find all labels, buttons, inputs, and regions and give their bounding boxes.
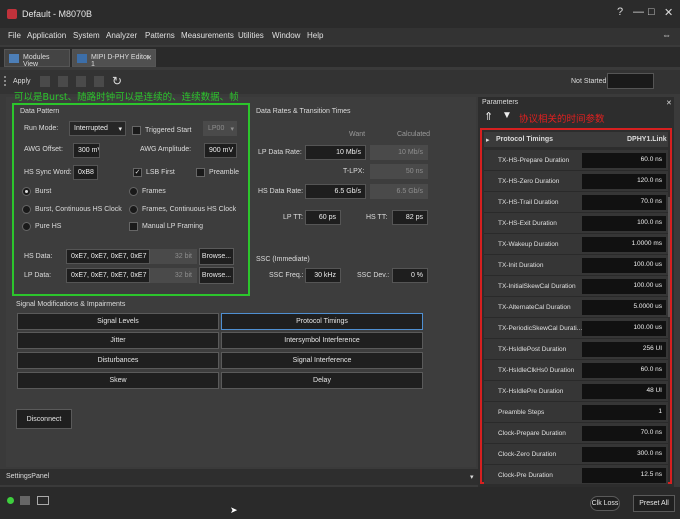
parameter-value-input[interactable]: 70.0 ns xyxy=(582,426,666,441)
parameter-row: Clock-Zero Duration 300.0 ns xyxy=(484,444,668,465)
parameter-row: TX-HsIdleClkHs0 Duration 60.0 ns xyxy=(484,360,668,381)
parameter-name: TX-InitialSkewCal Duration xyxy=(498,283,576,290)
parameter-row: TX-HsIdlePre Duration 48 UI xyxy=(484,381,668,402)
parameter-value-input[interactable]: 1 xyxy=(582,405,666,420)
parameter-name: TX-HS-Prepare Duration xyxy=(498,157,570,164)
parameter-row: TX-HsIdlePost Duration 256 UI xyxy=(484,339,668,360)
parameter-name: TX-HsIdleClkHs0 Duration xyxy=(498,367,575,374)
parameter-name: TX-AlternateCal Duration xyxy=(498,304,571,311)
preset-all-button[interactable]: Preset All xyxy=(633,495,675,512)
parameter-name: TX-Wakeup Duration xyxy=(498,241,559,248)
parameter-row: TX-HS-Zero Duration 120.0 ns xyxy=(484,171,668,192)
connection-status-icon xyxy=(7,497,14,504)
parameter-row: Preamble Steps 1 xyxy=(484,402,668,423)
parameter-value-input[interactable]: 48 UI xyxy=(582,384,666,399)
parameter-name: Clock-Pre Duration xyxy=(498,472,553,479)
parameter-row: TX-HS-Exit Duration 100.0 ns xyxy=(484,213,668,234)
parameter-value-input[interactable]: 100.00 us xyxy=(582,258,666,273)
app-window: Default - M8070B ? — □ ✕ File Applicatio… xyxy=(0,0,680,519)
parameter-row: TX-InitialSkewCal Duration 100.00 us xyxy=(484,276,668,297)
parameter-name: TX-HS-Zero Duration xyxy=(498,178,560,185)
parameter-row: TX-Wakeup Duration 1.0000 ms xyxy=(484,234,668,255)
parameter-name: TX-HsIdlePost Duration xyxy=(498,346,567,353)
parameter-name: Preamble Steps xyxy=(498,409,545,416)
parameter-name: Clock-Prepare Duration xyxy=(498,430,566,437)
clk-loss-button[interactable]: Clk Loss xyxy=(590,496,620,511)
parameter-row: TX-PeriodicSkewCal Durati... 100.00 us xyxy=(484,318,668,339)
parameter-value-input[interactable]: 60.0 ns xyxy=(582,153,666,168)
parameter-value-input[interactable]: 12.5 ns xyxy=(582,468,666,483)
status-bar: ➤ Clk Loss Preset All xyxy=(0,487,680,519)
parameter-value-input[interactable]: 300.0 ns xyxy=(582,447,666,462)
parameter-name: TX-HsIdlePre Duration xyxy=(498,388,564,395)
parameter-value-input[interactable]: 120.0 ns xyxy=(582,174,666,189)
parameter-value-input[interactable]: 100.00 us xyxy=(582,321,666,336)
parameter-name: TX-HS-Exit Duration xyxy=(498,220,557,227)
parameter-value-input[interactable]: 60.0 ns xyxy=(582,363,666,378)
parameter-value-input[interactable]: 5.0000 us xyxy=(582,300,666,315)
parameter-name: TX-HS-Trail Duration xyxy=(498,199,559,206)
parameter-value-input[interactable]: 100.0 ns xyxy=(582,216,666,231)
parameter-value-input[interactable]: 70.0 ns xyxy=(582,195,666,210)
mail-icon[interactable] xyxy=(37,496,49,505)
module-icon[interactable] xyxy=(20,496,30,505)
mouse-cursor-icon: ➤ xyxy=(230,505,238,515)
parameter-row: TX-Init Duration 100.00 us xyxy=(484,255,668,276)
parameter-value-input[interactable]: 100.00 us xyxy=(582,279,666,294)
parameter-row: TX-AlternateCal Duration 5.0000 us xyxy=(484,297,668,318)
parameter-value-input[interactable]: 1.0000 ms xyxy=(582,237,666,252)
parameter-name: TX-Init Duration xyxy=(498,262,544,269)
parameter-value-input[interactable]: 256 UI xyxy=(582,342,666,357)
parameter-list: TX-HS-Prepare Duration 60.0 ns TX-HS-Zero … xyxy=(0,0,680,484)
parameter-row: TX-HS-Trail Duration 70.0 ns xyxy=(484,192,668,213)
parameter-row: Clock-Pre Duration 12.5 ns xyxy=(484,465,668,484)
parameter-row: Clock-Prepare Duration 70.0 ns xyxy=(484,423,668,444)
parameter-row: TX-HS-Prepare Duration 60.0 ns xyxy=(484,150,668,171)
parameter-name: Clock-Zero Duration xyxy=(498,451,557,458)
parameter-name: TX-PeriodicSkewCal Durati... xyxy=(498,325,583,332)
